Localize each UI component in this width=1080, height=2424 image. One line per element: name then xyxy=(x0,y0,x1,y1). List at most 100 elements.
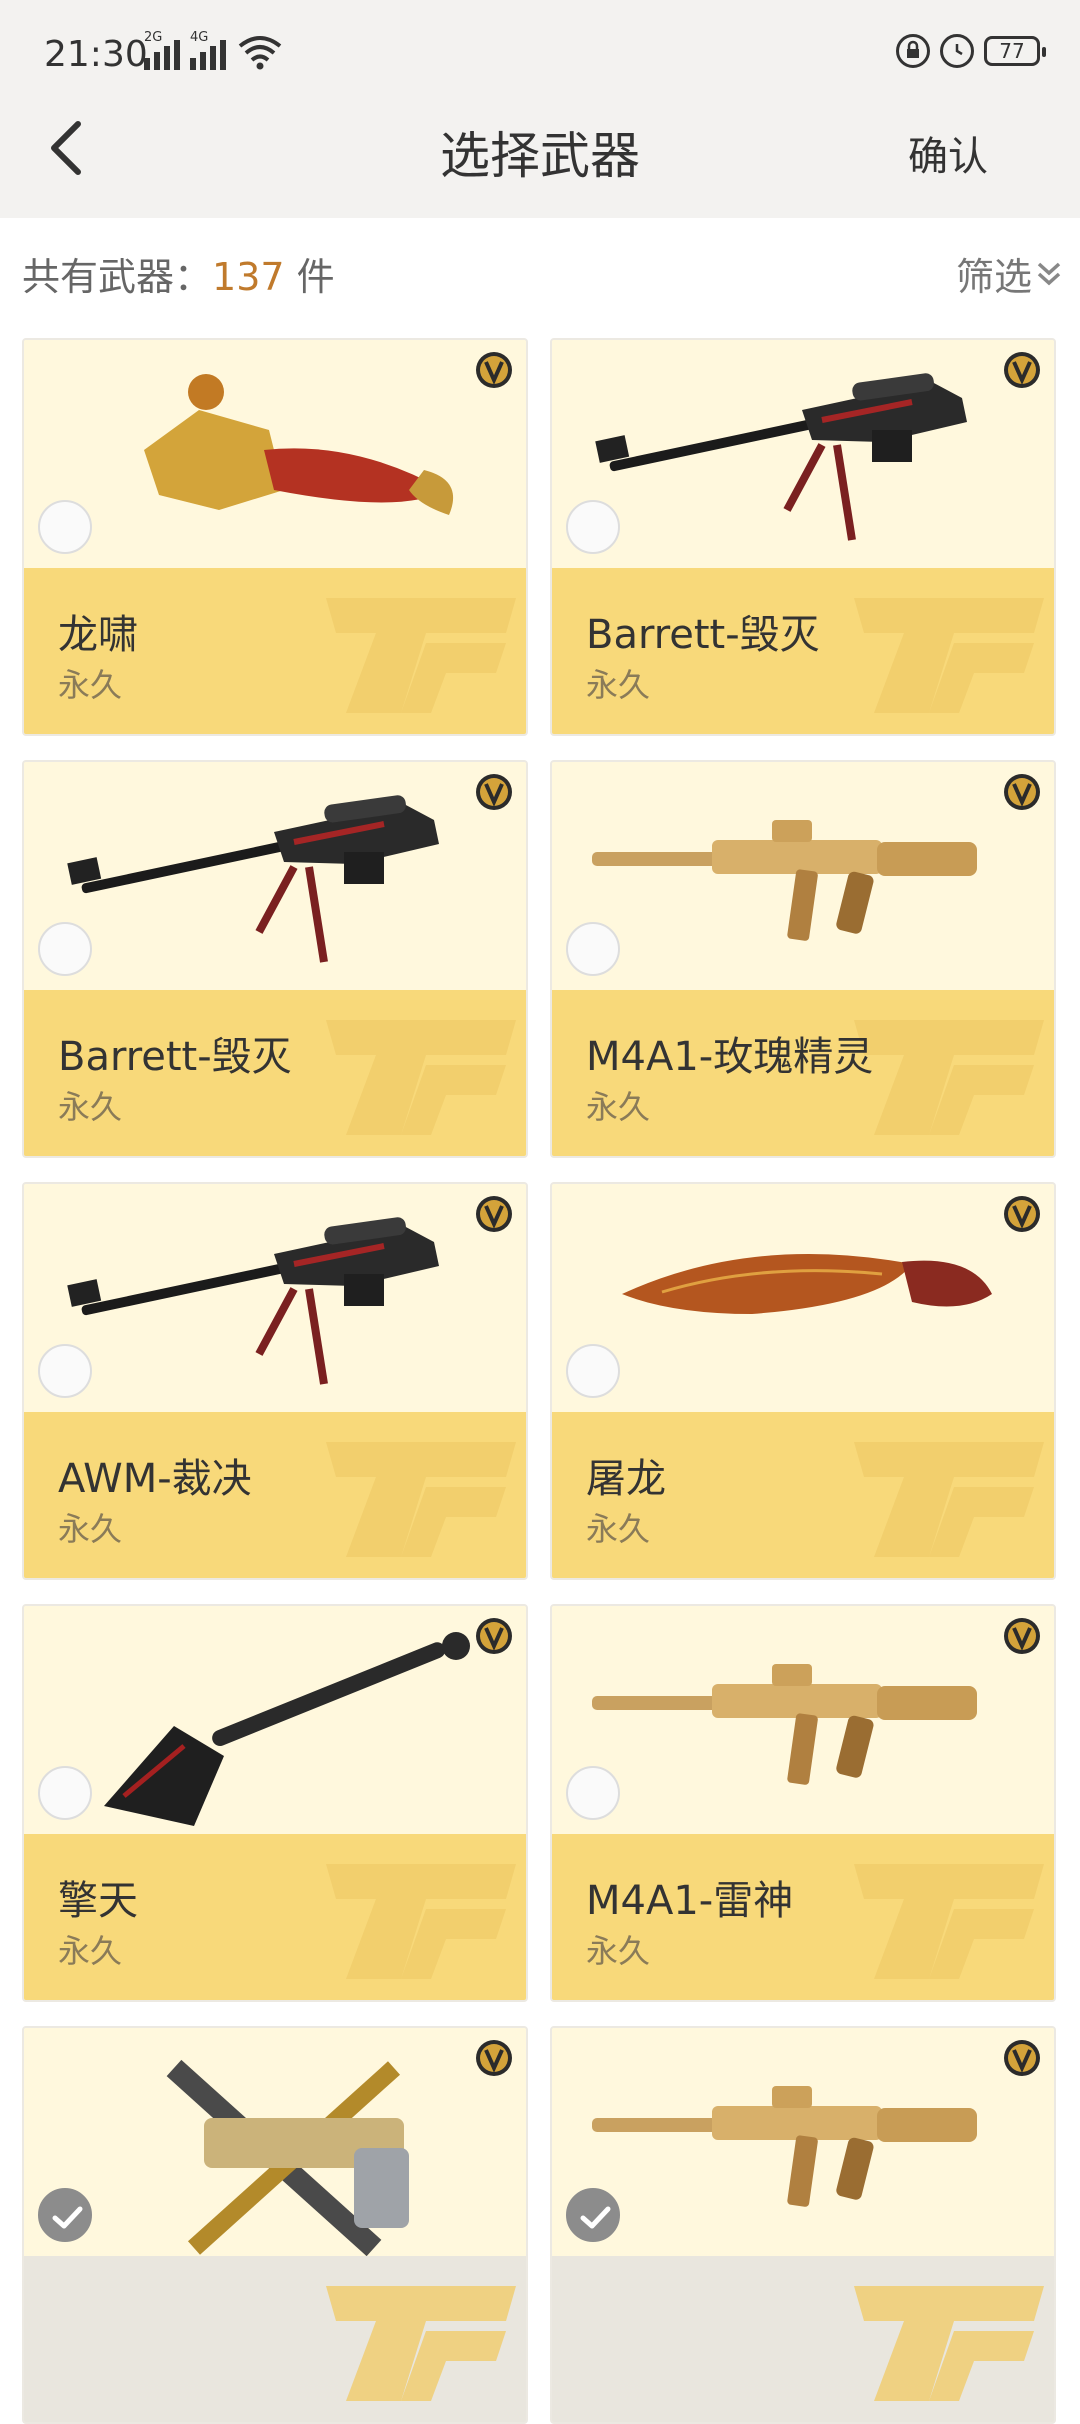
top-bar: 21:30 2G 4G 77 选择武器 确认 xyxy=(0,0,1080,218)
weapon-info-band: M4A1-玫瑰精灵 永久 xyxy=(552,990,1054,1156)
select-radio[interactable] xyxy=(38,1766,92,1820)
weapon-sniper-rifle-icon xyxy=(67,795,439,963)
weapon-info-band xyxy=(24,2256,526,2422)
weapon-card[interactable]: Barrett-毁灭 永久 xyxy=(22,760,528,1158)
weapon-name: 擎天 xyxy=(58,1878,138,1924)
battery-level: 77 xyxy=(999,39,1025,63)
signal-icon-2: 4G xyxy=(190,30,226,70)
weapon-shovel-icon xyxy=(104,1632,470,1826)
vip-badge-icon xyxy=(1004,774,1040,810)
sim2-label: 4G xyxy=(190,30,209,45)
vip-badge-icon xyxy=(1004,352,1040,388)
weapon-duration: 永久 xyxy=(58,666,123,704)
weapon-image-area xyxy=(24,1606,526,1834)
weapon-image-area xyxy=(24,340,526,568)
cf-watermark-icon xyxy=(854,1442,1044,1557)
weapon-info-band: 擎天 永久 xyxy=(24,1834,526,2000)
weapon-axe-icon xyxy=(144,374,454,515)
weapon-name: AWM-裁决 xyxy=(58,1456,252,1502)
weapon-info-band xyxy=(552,2256,1054,2422)
vip-badge-icon xyxy=(1004,1618,1040,1654)
weapon-assault-rifle-icon xyxy=(592,1664,977,1785)
filter-button[interactable]: 筛选 xyxy=(956,246,1064,301)
cf-watermark-icon xyxy=(854,2286,1044,2401)
weapon-name: M4A1-玫瑰精灵 xyxy=(586,1034,874,1080)
select-radio[interactable] xyxy=(566,1766,620,1820)
check-icon xyxy=(52,2206,83,2229)
select-radio[interactable] xyxy=(566,922,620,976)
summary-prefix: 共有武器： xyxy=(22,255,213,299)
weapon-card[interactable]: Barrett-毁灭 永久 xyxy=(550,338,1056,736)
weapon-image-area xyxy=(24,1184,526,1412)
weapon-card[interactable]: M4A1-雷神 永久 xyxy=(550,1604,1056,2002)
weapon-image-area xyxy=(552,762,1054,990)
weapon-knife-icon xyxy=(622,1254,992,1314)
double-chevron-down-icon xyxy=(1037,262,1061,285)
weapon-card[interactable]: 龙啸 永久 xyxy=(22,338,528,736)
weapon-info-band: Barrett-毁灭 永久 xyxy=(24,990,526,1156)
vip-badge-icon xyxy=(1004,1196,1040,1232)
wifi-icon xyxy=(238,36,282,70)
weapon-card[interactable]: 擎天 永久 xyxy=(22,1604,528,2002)
vip-badge-icon xyxy=(476,2040,512,2076)
signal-icon: 2G xyxy=(144,30,180,70)
battery-icon: 77 xyxy=(984,36,1046,66)
weapon-duration: 永久 xyxy=(586,1510,651,1548)
weapon-card[interactable]: AWM-裁决 永久 xyxy=(22,1182,528,1580)
status-time: 21:30 xyxy=(44,34,148,75)
weapon-duration: 永久 xyxy=(58,1088,123,1126)
weapon-card[interactable] xyxy=(550,2026,1056,2424)
weapon-image-area xyxy=(552,340,1054,568)
weapon-count-summary: 共有武器：137 件 xyxy=(22,246,335,301)
cf-watermark-icon xyxy=(854,598,1044,713)
cf-watermark-icon xyxy=(326,1864,516,1979)
weapon-image-area xyxy=(552,1184,1054,1412)
select-radio[interactable] xyxy=(566,500,620,554)
select-radio[interactable] xyxy=(38,922,92,976)
weapon-info-band: AWM-裁决 永久 xyxy=(24,1412,526,1578)
weapon-name: Barrett-毁灭 xyxy=(586,612,820,658)
check-icon xyxy=(580,2206,611,2229)
weapon-count: 137 xyxy=(212,255,285,299)
select-radio[interactable] xyxy=(38,500,92,554)
checked-radio[interactable] xyxy=(566,2188,620,2242)
vip-badge-icon xyxy=(1004,2040,1040,2076)
weapon-image-area xyxy=(24,2028,526,2256)
checked-radio[interactable] xyxy=(38,2188,92,2242)
confirm-button[interactable]: 确认 xyxy=(908,124,988,182)
weapon-card[interactable]: M4A1-玫瑰精灵 永久 xyxy=(550,760,1056,1158)
weapon-info-band: Barrett-毁灭 永久 xyxy=(552,568,1054,734)
select-radio[interactable] xyxy=(38,1344,92,1398)
weapon-assault-rifle-icon xyxy=(592,820,977,941)
weapon-duration: 永久 xyxy=(586,1088,651,1126)
weapon-duration: 永久 xyxy=(586,666,651,704)
weapon-duration: 永久 xyxy=(58,1510,123,1548)
status-bar: 21:30 2G 4G 77 xyxy=(0,0,1080,110)
weapon-sniper-rifle-icon xyxy=(67,1217,439,1385)
vip-badge-icon xyxy=(476,1196,512,1232)
alarm-icon xyxy=(940,34,974,68)
summary-suffix: 件 xyxy=(296,255,335,299)
weapon-sniper-rifle-icon xyxy=(595,373,967,541)
weapon-info-band: 屠龙 永久 xyxy=(552,1412,1054,1578)
weapon-duration: 永久 xyxy=(58,1932,123,1970)
weapon-info-band: 龙啸 永久 xyxy=(24,568,526,734)
weapon-name: Barrett-毁灭 xyxy=(58,1034,292,1080)
cf-watermark-icon xyxy=(326,2286,516,2401)
weapon-card[interactable]: 屠龙 永久 xyxy=(550,1182,1056,1580)
vip-badge-icon xyxy=(476,1618,512,1654)
sim1-label: 2G xyxy=(144,30,163,45)
vip-badge-icon xyxy=(476,352,512,388)
cf-watermark-icon xyxy=(326,598,516,713)
select-radio[interactable] xyxy=(566,1344,620,1398)
weapon-image-area xyxy=(24,762,526,990)
cf-watermark-icon xyxy=(326,1442,516,1557)
weapon-duration: 永久 xyxy=(586,1932,651,1970)
weapon-name: M4A1-雷神 xyxy=(586,1878,794,1924)
weapon-card[interactable] xyxy=(22,2026,528,2424)
weapon-name: 龙啸 xyxy=(58,612,138,658)
lock-rotation-icon xyxy=(896,34,930,68)
filter-label: 筛选 xyxy=(955,255,1032,299)
cf-watermark-icon xyxy=(326,1020,516,1135)
weapon-info-band: M4A1-雷神 永久 xyxy=(552,1834,1054,2000)
